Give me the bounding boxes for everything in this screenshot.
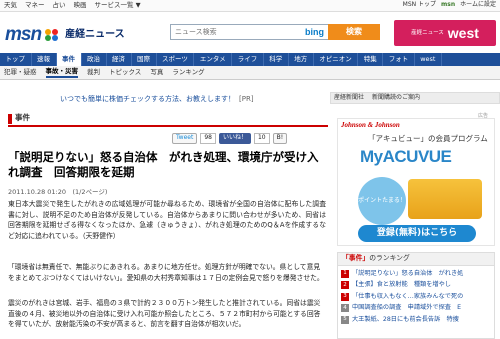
- nav-tab-photo[interactable]: フォト: [383, 53, 415, 66]
- ranking-category: 「事件」: [342, 254, 370, 263]
- article-paragraph-quote: 「環境省は無責任で、無能ぶりにあきれる。あまりに地方任せ。処理方針が明確でない。…: [8, 263, 324, 282]
- subscription-link[interactable]: 新聞購読のご案内: [372, 94, 420, 102]
- promo-notice[interactable]: いつでも簡単に株価チェックする方法、お教えします！ [PR]: [60, 95, 280, 104]
- nav-tab-politics[interactable]: 政治: [82, 53, 107, 66]
- rank-number: 5: [341, 315, 349, 324]
- social-buttons: Tweet 98 いいね！ 10 B!: [172, 133, 288, 144]
- ranking-item[interactable]: 4 中国調査船の調査 申請域外で探査 E: [341, 303, 491, 315]
- rank-number: 2: [341, 281, 349, 290]
- article-date: 2011.10.28 01:20 (1/2ページ): [8, 188, 108, 196]
- ranking-item[interactable]: 3 「仕事も収入もなく…家族みんなで死の: [341, 291, 491, 303]
- tweet-button[interactable]: Tweet: [172, 133, 198, 144]
- bing-logo: bing: [305, 26, 324, 37]
- pr-label: [PR]: [239, 95, 254, 103]
- section-marker: [8, 113, 12, 124]
- top-utility-bar: 天気 マネー 占い 映画 サービス一覧 ▼ MSN トップ msn ホームに設定: [0, 0, 500, 12]
- ad-brand: Johnson & Johnson: [341, 121, 400, 129]
- ranking-item[interactable]: 2 【主張】食と放射能 種類を増やし: [341, 280, 491, 292]
- rank-number: 1: [341, 269, 349, 278]
- rank-number: 4: [341, 304, 349, 313]
- ranking-item[interactable]: 1 「説明足りない」怒る自治体 がれき処: [341, 268, 491, 280]
- subnav-crime[interactable]: 犯罪・疑惑: [4, 68, 37, 77]
- article-body: 東日本大震災で発生したがれきの広域処理が可能か尋ねるため、環境省が全国の自治体に…: [8, 199, 326, 247]
- like-button[interactable]: いいね！: [218, 133, 251, 144]
- nav-tab-entertainment[interactable]: エンタメ: [194, 53, 233, 66]
- article-paragraph-3: 震災のがれきは宮城、岩手、福島の３県で計約２３００万トン発生したと推計されている…: [8, 299, 321, 329]
- west-banner-title: west: [447, 24, 479, 41]
- sankei-links-bar: 産経新聞社 新聞購読のご案内: [330, 92, 500, 104]
- subnav-topics[interactable]: トピックス: [109, 68, 141, 77]
- butterfly-icon: [45, 28, 59, 41]
- ad-line2: MyACUVUE: [360, 147, 452, 166]
- site-name: 産経ニュース: [65, 29, 125, 41]
- nav-tab-breaking[interactable]: 速報: [32, 53, 57, 66]
- tweet-count: 98: [200, 133, 216, 144]
- west-banner[interactable]: 産経ニュース west: [394, 20, 496, 46]
- topbar-link-services[interactable]: サービス一覧 ▼: [95, 1, 141, 10]
- set-home-link[interactable]: ホームに設定: [460, 1, 496, 9]
- section-title: 事件: [15, 113, 30, 123]
- nav-tab-incidents[interactable]: 事件: [56, 53, 82, 66]
- subnav-accidents[interactable]: 事故・災害: [45, 67, 78, 78]
- hatena-bookmark-button[interactable]: B!: [272, 133, 288, 144]
- section-header: 事件: [8, 112, 328, 127]
- ranking-title: のランキング: [369, 254, 410, 263]
- nav-tab-opinion[interactable]: オピニオン: [314, 53, 359, 66]
- nav-tab-west[interactable]: west: [415, 53, 442, 66]
- nav-tab-local[interactable]: 地方: [289, 53, 314, 66]
- secondary-nav: 犯罪・疑惑 事故・災害 裁判 トピックス 写真 ランキング: [0, 66, 500, 80]
- nav-tab-top[interactable]: トップ: [0, 53, 32, 66]
- promo-notice-text: いつでも簡単に株価チェックする方法、お教えします！: [60, 95, 235, 103]
- msn-logo-text: msn: [5, 24, 42, 45]
- acuvue-ad[interactable]: Johnson & Johnson 「アキュビュー」の会員プログラム MyACU…: [337, 118, 495, 246]
- nav-tab-international[interactable]: 国際: [132, 53, 157, 66]
- ad-points-badge: ポイントたまる！: [358, 177, 406, 225]
- search-button[interactable]: 検索: [328, 24, 380, 40]
- nav-tab-sports[interactable]: スポーツ: [157, 53, 195, 66]
- subnav-trials[interactable]: 裁判: [87, 68, 100, 77]
- subnav-photos[interactable]: 写真: [150, 68, 163, 77]
- rank-number: 3: [341, 292, 349, 301]
- ranking-item[interactable]: 5 大王製紙、28日にも前会長告訴 特捜: [341, 314, 491, 326]
- primary-nav: トップ 速報 事件 政治 経済 国際 スポーツ エンタメ ライフ 科学 地方 オ…: [0, 53, 500, 66]
- ad-star-graphic: [408, 179, 482, 219]
- nav-tab-life[interactable]: ライフ: [232, 53, 264, 66]
- like-count: 10: [253, 133, 270, 144]
- site-header: msn 産経ニュース bing 検索 産経ニュース west: [0, 13, 500, 53]
- msn-logo-small: msn: [441, 1, 456, 9]
- site-logo[interactable]: msn 産経ニュース: [5, 22, 125, 48]
- nav-tab-economy[interactable]: 経済: [107, 53, 132, 66]
- article-headline: 「説明足りない」怒る自治体 がれき処理、環境庁が受け入れ調査 回答期限を延期: [8, 150, 319, 179]
- ad-register-button[interactable]: 登録(無料)はこちら: [358, 225, 476, 242]
- topbar-link-money[interactable]: マネー: [25, 1, 45, 10]
- topbar-link-movies[interactable]: 映画: [74, 1, 87, 10]
- ranking-header: 「事件」 のランキング: [338, 253, 494, 266]
- topbar-link-weather[interactable]: 天気: [4, 1, 17, 10]
- sankei-company-link[interactable]: 産経新聞社: [334, 94, 364, 102]
- subnav-ranking[interactable]: ランキング: [172, 68, 204, 77]
- article-paragraph: 東日本大震災で発生したがれきの広域処理が可能か尋ねるため、環境省が全国の自治体に…: [8, 200, 326, 240]
- msn-top-link[interactable]: MSN トップ: [403, 1, 436, 9]
- topbar-link-fortune[interactable]: 占い: [53, 1, 66, 10]
- ranking-box: 「事件」 のランキング 1 「説明足りない」怒る自治体 がれき処 2 【主張】食と放射…: [337, 252, 495, 339]
- nav-tab-features[interactable]: 特集: [358, 53, 384, 66]
- west-banner-pre: 産経ニュース: [411, 29, 444, 36]
- nav-tab-science[interactable]: 科学: [264, 53, 289, 66]
- search-input[interactable]: [171, 25, 301, 39]
- ad-line1: 「アキュビュー」の会員プログラム: [368, 134, 488, 143]
- search-box: bing 検索: [170, 24, 380, 40]
